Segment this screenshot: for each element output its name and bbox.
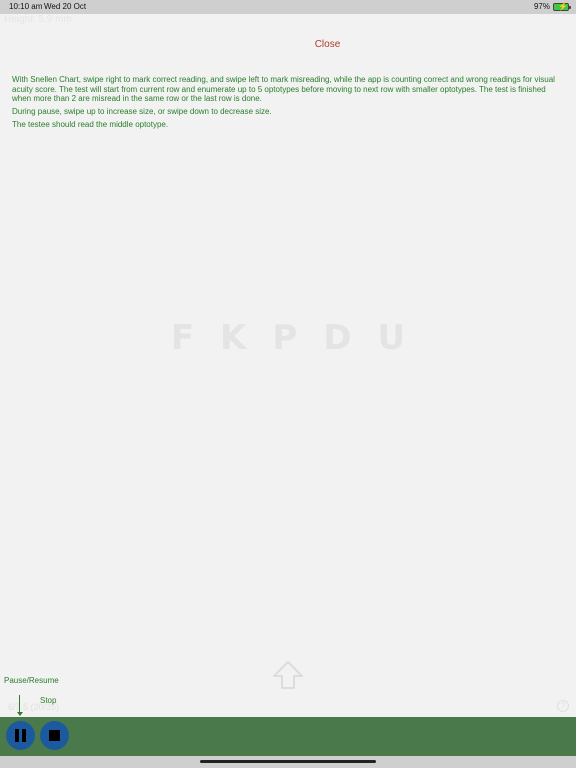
pause-resume-hint: Pause/Resume	[4, 676, 59, 685]
up-arrow-icon[interactable]	[272, 660, 304, 690]
bottom-toolbar	[0, 717, 576, 756]
stop-icon	[49, 730, 60, 741]
snellen-optotype-row: FKPDU	[170, 318, 432, 358]
status-time: 10:10 am	[9, 2, 43, 11]
status-date: Wed 20 Oct	[44, 2, 87, 11]
pause-resume-button[interactable]	[6, 721, 35, 750]
instructions-text: With Snellen Chart, swipe right to mark …	[12, 75, 564, 133]
hint-pointer-arrowhead	[17, 712, 23, 716]
battery-percentage: 97%	[533, 2, 550, 11]
home-indicator[interactable]	[200, 760, 376, 763]
home-bar-area	[0, 756, 576, 768]
instructions-sheet: Height: 5.9 mm Close With Snellen Chart,…	[0, 14, 576, 717]
status-bar: 10:10 am Wed 20 Oct 97% ⚡	[0, 0, 576, 14]
help-icon[interactable]: ?	[557, 700, 569, 712]
stop-hint: Stop	[40, 696, 57, 705]
battery-icon: ⚡	[553, 2, 571, 11]
pause-icon	[15, 729, 26, 742]
faded-height-readout: Height: 5.9 mm	[4, 14, 72, 25]
instruction-paragraph: With Snellen Chart, swipe right to mark …	[12, 75, 555, 104]
instruction-paragraph: During pause, swipe up to increase size,…	[12, 107, 272, 117]
stop-button[interactable]	[40, 721, 69, 750]
instruction-paragraph: The testee should read the middle optoty…	[12, 120, 169, 130]
close-button[interactable]: Close	[300, 39, 355, 50]
